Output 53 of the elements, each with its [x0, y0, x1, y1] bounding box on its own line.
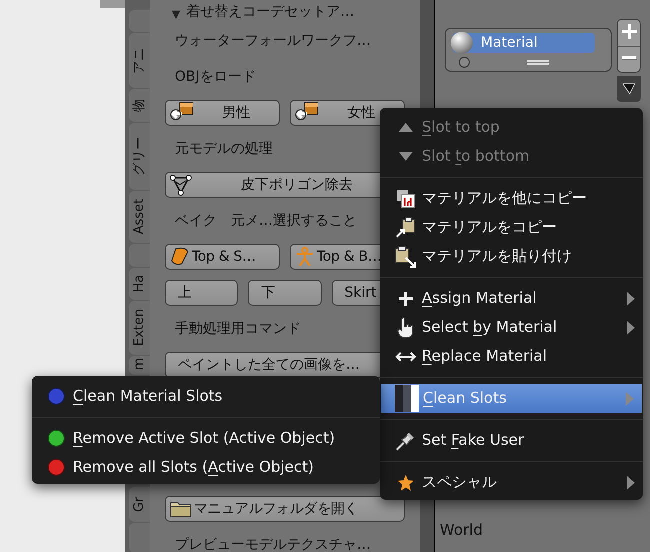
side-tab[interactable]: Exten — [129, 301, 150, 355]
panel-button[interactable]: 下 — [248, 280, 322, 306]
triangle-mesh-icon — [170, 174, 192, 196]
side-tab[interactable]: m — [129, 356, 150, 375]
side-tab[interactable]: Ha — [129, 268, 150, 300]
minus-icon[interactable] — [622, 56, 637, 61]
grip-icon[interactable] — [527, 60, 549, 65]
up-triangle-icon — [399, 123, 413, 132]
dropdown-button[interactable] — [617, 76, 641, 102]
menu-item[interactable]: Remove Active Slot (Active Object) — [32, 424, 380, 452]
panel-button[interactable]: 男性 — [165, 100, 280, 126]
material-name: Material — [481, 34, 538, 52]
cloth-icon — [170, 247, 190, 267]
panel-button[interactable]: マニュアルフォルダを開く — [165, 496, 405, 522]
panel-label: 手動処理用コマンド — [174, 320, 301, 338]
menu-item[interactable]: Set Fake User — [380, 426, 643, 455]
world-label: World — [440, 520, 483, 541]
menu-item[interactable]: Remove all Slots (Active Object) — [32, 452, 380, 482]
clipboard-paste-icon — [395, 246, 417, 268]
side-tab[interactable]: アニ — [129, 33, 150, 88]
star-icon — [397, 474, 415, 492]
panel-label: ベイク 元メ…選択すること — [174, 212, 357, 230]
side-tab[interactable]: Asset — [129, 191, 150, 243]
menu-item[interactable]: マテリアルをコピー — [380, 213, 643, 242]
panel-label: プレビューモデルテクスチャ… — [174, 536, 371, 552]
plus-icon — [398, 290, 414, 306]
id-copy-icon — [396, 188, 416, 208]
double-arrow-icon — [395, 350, 417, 362]
panel-button[interactable]: 上 — [165, 280, 238, 306]
menu-item[interactable]: スペシャル — [380, 468, 643, 497]
side-tab[interactable]: Gr — [129, 487, 150, 522]
down-triangle-icon — [399, 152, 413, 161]
side-tab[interactable]: グリー — [129, 123, 150, 190]
folder-icon — [170, 500, 192, 518]
stick-figure-icon — [295, 247, 315, 267]
side-tab[interactable]: 物 — [129, 89, 150, 122]
plus-icon[interactable] — [622, 24, 637, 39]
panel-button[interactable]: Top & S… — [165, 244, 280, 270]
panel-label: 元モデルの処理 — [174, 140, 273, 158]
material-slot[interactable]: Material — [453, 33, 595, 53]
panel-label: ウォーターフォールワークフ… — [174, 32, 371, 50]
dropdown-triangle-icon[interactable] — [623, 83, 635, 95]
collapse-arrow[interactable]: ▼ — [172, 6, 180, 23]
viewport-header — [100, 0, 125, 8]
panel-header[interactable]: 着せ替えコーデセットア… — [186, 2, 354, 23]
panel-label: OBJをロード — [174, 68, 256, 86]
pushpin-icon — [396, 430, 416, 450]
hand-pointer-icon — [396, 316, 416, 338]
clipboard-copy-icon — [395, 216, 417, 238]
color-strips-icon — [395, 385, 419, 412]
menu-item[interactable]: Clean Material Slots — [32, 382, 380, 410]
add-remove-buttons[interactable] — [617, 19, 641, 73]
menu-item[interactable]: Select by Material — [380, 313, 643, 342]
